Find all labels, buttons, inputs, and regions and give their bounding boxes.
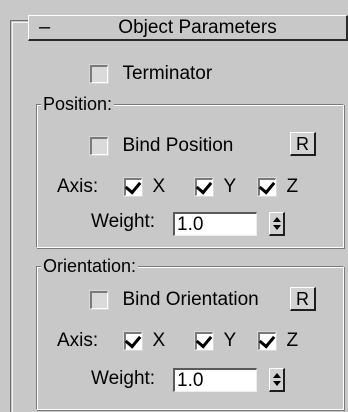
bind-orientation-row[interactable]: Bind Orientation <box>89 289 259 311</box>
orientation-axis-label: Axis: <box>57 330 99 351</box>
orientation-group-title: Orientation: <box>41 256 139 276</box>
position-group-title: Position: <box>41 94 115 114</box>
position-axis-x-label: X <box>152 176 166 197</box>
spinner-up-icon[interactable] <box>273 217 281 222</box>
orientation-axis-z-label: Z <box>286 330 299 351</box>
bind-orientation-checkbox[interactable] <box>89 290 109 310</box>
orientation-weight-input[interactable] <box>173 368 257 392</box>
bind-position-label: Bind Position <box>122 135 234 156</box>
position-weight-row: Weight: <box>91 211 155 233</box>
orientation-axis-y[interactable]: Y <box>194 330 237 352</box>
position-axis-row: Axis: <box>57 176 98 198</box>
orientation-axis-z[interactable]: Z <box>257 330 299 352</box>
orientation-axis-y-label: Y <box>223 330 237 351</box>
position-weight-spinner[interactable] <box>269 212 285 236</box>
orientation-axis-row: Axis: <box>57 330 98 352</box>
orientation-weight-spinner[interactable] <box>269 368 285 392</box>
position-axis-label: Axis: <box>57 176 99 197</box>
position-weight-label: Weight: <box>91 211 156 232</box>
bind-position-checkbox[interactable] <box>89 136 109 156</box>
position-axis-x[interactable]: X <box>123 176 166 198</box>
position-axis-z-checkbox[interactable] <box>257 177 277 197</box>
terminator-checkbox[interactable] <box>89 64 109 84</box>
position-axis-y-label: Y <box>223 176 237 197</box>
object-parameters-rollout-header[interactable]: – Object Parameters <box>28 15 348 41</box>
orientation-axis-x-label: X <box>152 330 166 351</box>
orientation-axis-x-checkbox[interactable] <box>123 331 143 351</box>
spinner-down-icon[interactable] <box>273 225 281 230</box>
position-axis-y[interactable]: Y <box>194 176 237 198</box>
position-axis-x-checkbox[interactable] <box>123 177 143 197</box>
orientation-reset-button[interactable]: R <box>290 287 316 311</box>
orientation-weight-row: Weight: <box>91 368 155 390</box>
position-axis-y-checkbox[interactable] <box>194 177 214 197</box>
orientation-axis-y-checkbox[interactable] <box>194 331 214 351</box>
orientation-axis-x[interactable]: X <box>123 330 166 352</box>
position-weight-input[interactable] <box>173 212 257 236</box>
position-axis-z-label: Z <box>286 176 299 197</box>
position-reset-button[interactable]: R <box>290 132 316 156</box>
spinner-down-icon[interactable] <box>273 381 281 386</box>
bind-orientation-label: Bind Orientation <box>122 289 259 310</box>
terminator-checkbox-row[interactable]: Terminator <box>89 63 213 85</box>
orientation-axis-z-checkbox[interactable] <box>257 331 277 351</box>
terminator-label: Terminator <box>122 63 213 84</box>
spinner-up-icon[interactable] <box>273 373 281 378</box>
bind-position-row[interactable]: Bind Position <box>89 135 234 157</box>
position-axis-z[interactable]: Z <box>257 176 299 198</box>
orientation-weight-label: Weight: <box>91 368 156 389</box>
rollout-title: Object Parameters <box>118 17 277 38</box>
